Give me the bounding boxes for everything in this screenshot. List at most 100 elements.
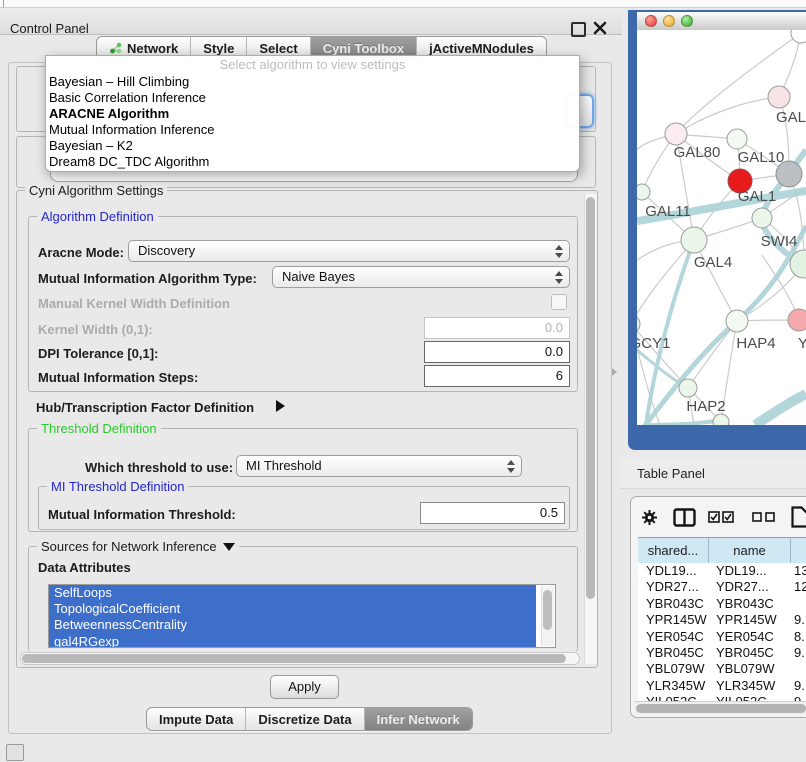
dpi-tolerance-label: DPI Tolerance [0,1]: [38, 346, 158, 361]
dropdown-item[interactable]: Basic Correlation Inference [46, 90, 579, 106]
dropdown-item[interactable]: Bayesian – Hill Climbing [46, 74, 579, 90]
svg-text:GAL80: GAL80 [674, 144, 721, 161]
column-header-cut[interactable] [791, 538, 806, 564]
network-graph[interactable]: GAL GAL80 GAL10 GAL1 GAL11 SWI4 GAL4 GCY… [637, 30, 806, 425]
collapse-down-icon[interactable] [223, 543, 235, 551]
combo-arrows-icon [555, 270, 563, 285]
settings-hscroll-thumb[interactable] [22, 654, 566, 663]
app-root: { "control_panel": { "title": "Control P… [0, 0, 806, 762]
network-node-swi4[interactable] [752, 208, 772, 228]
deselect-all-checkboxes-icon[interactable] [752, 512, 776, 522]
table-panel-container: shared... name YDL19...YDL19...13 YDR27.… [630, 496, 806, 718]
table-row[interactable]: YBL079WYBL079W [638, 661, 806, 677]
mi-threshold-label: Mutual Information Threshold: [48, 507, 236, 522]
svg-text:GAL4: GAL4 [694, 254, 732, 271]
table-toolbar [631, 497, 806, 537]
table-body: YDL19...YDL19...13 YDR27...YDR27...12 YB… [638, 563, 806, 701]
tab-infer-network[interactable]: Infer Network [365, 708, 472, 730]
mi-type-combo[interactable]: Naive Bayes [272, 266, 570, 288]
table-row[interactable]: YLR345WYLR345W9. [638, 678, 806, 694]
column-header-shared-name[interactable]: shared... [638, 538, 709, 564]
svg-text:HAP2: HAP2 [686, 398, 725, 415]
table-hscroll-thumb[interactable] [636, 704, 806, 713]
top-strip [0, 0, 806, 8]
minimized-panel-button[interactable] [6, 744, 24, 761]
apply-button[interactable]: Apply [270, 675, 339, 699]
settings-vertical-scrollbar[interactable] [584, 194, 597, 664]
table-row[interactable]: YDL19...YDL19...13 [638, 563, 806, 579]
network-node[interactable] [791, 30, 806, 43]
attribute-item[interactable]: gal4RGexp [49, 634, 536, 648]
mi-threshold-input[interactable]: 0.5 [420, 502, 565, 524]
mi-steps-input[interactable]: 6 [424, 365, 570, 387]
table-horizontal-scrollbar[interactable] [634, 701, 806, 715]
algorithm-definition-title: Algorithm Definition [37, 209, 158, 224]
network-node-salmon[interactable] [788, 309, 806, 331]
table-row[interactable]: YBR043CYBR043C [638, 596, 806, 612]
dropdown-item-highlighted[interactable]: ARACNE Algorithm [46, 106, 579, 122]
close-icon[interactable] [593, 21, 607, 35]
document-icon[interactable] [791, 506, 806, 528]
dropdown-item[interactable]: Bayesian – K2 [46, 138, 579, 154]
data-attributes-list[interactable]: SelfLoops TopologicalCoefficient Between… [48, 584, 556, 648]
gear-icon[interactable] [641, 509, 658, 526]
network-node-gal[interactable] [768, 86, 790, 108]
settings-vscroll-thumb[interactable] [586, 197, 595, 599]
sources-title: Sources for Network Inference [41, 539, 217, 554]
network-window-titlebar[interactable] [637, 12, 806, 30]
bottom-tabs: Impute Data Discretize Data Infer Networ… [146, 707, 473, 731]
network-icon [109, 42, 122, 54]
network-node-hap2[interactable] [679, 379, 697, 397]
aracne-mode-combo[interactable]: Discovery [128, 240, 570, 262]
dropdown-item[interactable]: Dream8 DC_TDC Algorithm [46, 154, 579, 170]
column-header-name[interactable]: name [709, 538, 791, 564]
attribute-item[interactable]: TopologicalCoefficient [49, 601, 536, 617]
minimize-traffic-light-icon[interactable] [663, 15, 675, 27]
network-node[interactable] [713, 414, 729, 425]
select-all-checkboxes-icon[interactable] [708, 511, 734, 523]
hub-definition-label: Hub/Transcription Factor Definition [36, 400, 254, 415]
zoom-traffic-light-icon[interactable] [681, 15, 693, 27]
float-window-icon[interactable] [571, 22, 586, 37]
tab-impute-data[interactable]: Impute Data [147, 708, 246, 730]
dpi-tolerance-input[interactable]: 0.0 [424, 341, 570, 363]
table-row[interactable]: YDR27...YDR27...12 [638, 579, 806, 595]
control-panel-title: Control Panel [10, 21, 89, 36]
expand-right-icon[interactable] [276, 400, 285, 412]
network-node-hap4[interactable] [726, 310, 748, 332]
mi-steps-label: Mutual Information Steps: [38, 370, 198, 385]
table-row[interactable]: YER054CYER054C8. [638, 629, 806, 645]
svg-text:GAL1: GAL1 [738, 188, 776, 205]
network-nodes [637, 30, 806, 425]
panel-splitter-handle[interactable] [612, 368, 617, 376]
attributes-vscroll-thumb[interactable] [543, 590, 552, 630]
table-row[interactable]: YIL052CYIL052C9 [638, 694, 806, 701]
settings-horizontal-scrollbar[interactable] [20, 652, 580, 665]
data-attributes-label: Data Attributes [38, 560, 131, 575]
tab-network-label: Network [127, 41, 178, 56]
network-node-gcy1[interactable] [637, 315, 640, 333]
attribute-item[interactable]: BetweennessCentrality [49, 617, 536, 633]
attribute-item[interactable]: SelfLoops [49, 585, 536, 601]
network-node-gal10[interactable] [727, 129, 747, 149]
network-node-gal4[interactable] [681, 227, 707, 253]
network-node-gal80[interactable] [665, 123, 687, 145]
svg-text:GCY1: GCY1 [637, 335, 670, 352]
close-traffic-light-icon[interactable] [645, 15, 657, 27]
network-node-gal11[interactable] [637, 184, 650, 200]
columns-icon[interactable] [673, 508, 696, 527]
dropdown-item[interactable]: Mutual Information Inference [46, 122, 579, 138]
algorithm-dropdown-popup: Select algorithm to view settings Bayesi… [45, 55, 580, 172]
svg-text:Y: Y [798, 335, 806, 352]
table-panel-title: Table Panel [637, 466, 705, 481]
svg-text:SWI4: SWI4 [761, 233, 798, 250]
manual-kernel-checkbox[interactable] [551, 294, 567, 310]
svg-text:GAL10: GAL10 [738, 149, 785, 166]
which-threshold-combo[interactable]: MI Threshold [236, 455, 522, 477]
table-row[interactable]: YPR145WYPR145W9. [638, 612, 806, 628]
table-row[interactable]: YBR045CYBR045C9. [638, 645, 806, 661]
attributes-vertical-scrollbar[interactable] [541, 586, 554, 646]
kernel-width-input[interactable]: 0.0 [424, 317, 570, 339]
tab-discretize-data[interactable]: Discretize Data [246, 708, 364, 730]
table-header-row: shared... name [638, 537, 806, 564]
